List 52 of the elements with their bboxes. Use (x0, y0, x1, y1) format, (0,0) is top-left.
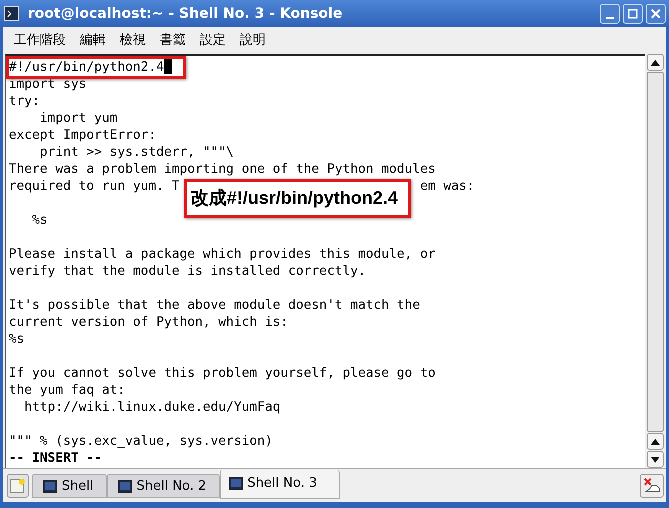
code-line: current version of Python, which is: (9, 314, 288, 331)
terminal-area[interactable] (5, 54, 645, 468)
minimize-button[interactable] (600, 4, 620, 24)
code-line: #!/usr/bin/python2.4 (9, 59, 164, 76)
up-arrow-icon (651, 438, 660, 444)
minimize-icon (606, 16, 614, 18)
maximize-button[interactable] (623, 4, 643, 24)
code-line: verify that the module is installed correctly. (9, 263, 366, 280)
new-tab-icon (10, 478, 26, 494)
terminal-icon (228, 476, 243, 490)
scroll-up-button[interactable] (647, 54, 664, 71)
code-line: %s (31, 212, 48, 229)
code-line: try: (9, 93, 40, 110)
code-line: except ImportError: (9, 127, 156, 144)
menu-item[interactable]: 說明 (233, 30, 273, 48)
close-button[interactable] (646, 4, 666, 24)
code-line: em was: (420, 178, 475, 195)
code-line: Please install a package which provides this module, or (9, 246, 436, 263)
window-title: root@localhost:~ - Shell No. 3 - Konsole (28, 6, 343, 22)
tab[interactable]: Shell No. 3 (220, 470, 340, 499)
code-line: print >> sys.stderr, """\ (39, 144, 234, 161)
code-line: required to run yum. T (9, 178, 180, 195)
new-tab-button[interactable] (7, 474, 29, 498)
tab[interactable]: Shell No. 2 (106, 474, 220, 498)
code-line: There was a problem importing one of the Python modules (9, 161, 436, 178)
mode-indicator: -- INSERT -- (9, 450, 102, 467)
scroll-up-button[interactable] (647, 433, 664, 450)
code-line: """ % (sys.exc_value, sys.version) (9, 433, 273, 450)
code-line: the yum faq at: (9, 382, 126, 399)
code-line: import sys (9, 76, 87, 93)
down-arrow-icon (651, 456, 660, 462)
menu-item[interactable]: 書籤 (153, 30, 193, 48)
terminal-icon (4, 6, 20, 22)
scroll-down-button[interactable] (647, 451, 664, 468)
menu-item[interactable]: 檢視 (113, 30, 153, 48)
tab[interactable]: Shell (32, 474, 107, 498)
menu-item[interactable]: 工作階段 (7, 30, 73, 48)
menu-item[interactable]: 編輯 (73, 30, 113, 48)
menu-item[interactable]: 設定 (193, 30, 233, 48)
code-line: If you cannot solve this problem yourself, please go to (9, 365, 436, 382)
terminal-icon (43, 480, 57, 492)
up-arrow-icon (651, 60, 660, 66)
annotation-callout: 改成#!/usr/bin/python2.4 (184, 179, 412, 218)
code-line: It's possible that the above module doesn't match the (9, 297, 420, 314)
maximize-icon (627, 8, 639, 20)
terminal-icon (118, 480, 132, 492)
code-line: %s (9, 331, 25, 348)
close-icon (650, 8, 662, 20)
code-line: http://wiki.linux.duke.edu/YumFaq (24, 399, 281, 416)
close-tab-icon (643, 478, 661, 494)
code-line: import yum (39, 110, 118, 127)
close-tab-button[interactable] (640, 474, 664, 498)
